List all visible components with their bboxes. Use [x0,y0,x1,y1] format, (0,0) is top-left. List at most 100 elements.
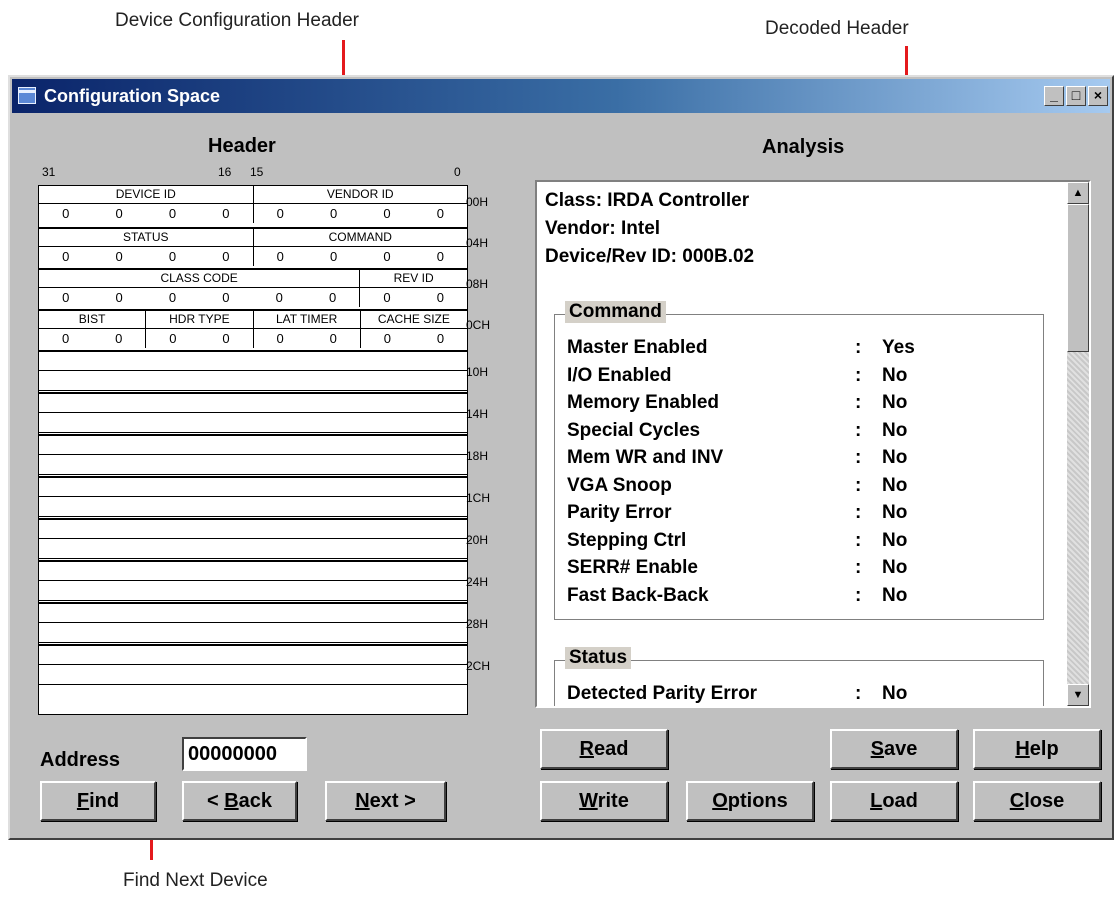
load-post: oad [882,790,918,812]
register-field-label: LAT TIMER [254,311,361,328]
analysis-row-value: No [882,364,908,386]
read-accel: R [579,738,594,760]
next-button[interactable]: Next > [325,781,446,821]
minimize-button[interactable]: _ [1044,86,1064,106]
empty-register-line [39,454,467,455]
empty-register-line [39,496,467,497]
register-nibble[interactable]: 0 [92,329,147,348]
register-nibble[interactable]: 0 [199,288,252,307]
register-nibble[interactable]: 0 [199,329,254,348]
analysis-row-colon: : [855,474,862,496]
back-post: ack [238,790,273,812]
register-nibble[interactable]: 0 [253,288,306,307]
register-nibble[interactable]: 0 [146,288,199,307]
close-button[interactable]: Close [973,781,1101,821]
status-group-label: Status [565,647,632,669]
register-nibble[interactable]: 0 [360,204,413,223]
register-nibble[interactable]: 0 [199,247,254,266]
register-nibble[interactable]: 0 [146,329,199,348]
analysis-row-colon: : [855,584,862,606]
register-nibble[interactable]: 0 [92,247,145,266]
register-nibble[interactable]: 0 [414,247,467,266]
register-nibble[interactable]: 0 [92,288,145,307]
configuration-header-table: DEVICE ID VENDOR ID 0 0 0 0 0 0 0 0 STATUS COMMAND 0… [38,185,468,715]
analysis-panel[interactable]: Class: IRDA Controller Vendor: Intel Dev… [535,180,1091,708]
analysis-row-name: Special Cycles [567,419,701,441]
options-button[interactable]: Options [686,781,814,821]
back-pre: < [206,790,225,812]
close-window-button[interactable]: × [1088,86,1108,106]
back-button[interactable]: < Back [182,781,297,821]
analysis-row-colon: : [855,557,862,578]
register-nibble[interactable]: 0 [39,247,92,266]
analysis-row-name: Detected Parity Error [567,683,758,704]
register-nibble[interactable]: 0 [306,288,361,307]
offset-label: 10H [466,365,489,379]
register-nibble[interactable]: 0 [360,288,413,307]
register-nibble[interactable]: 0 [307,329,361,348]
offset-label: 20H [466,533,489,547]
register-nibble[interactable]: 0 [307,204,360,223]
next-accel: N [355,790,370,812]
read-post: ead [593,738,629,760]
analysis-row-name: VGA Snoop [567,474,672,496]
register-nibble[interactable]: 0 [39,204,92,223]
register-nibble[interactable]: 0 [414,329,467,348]
empty-register-line [39,664,467,665]
analysis-row-value: No [882,557,908,578]
analysis-row-colon: : [855,392,862,413]
analysis-row-colon: : [855,529,862,551]
find-button[interactable]: Find [40,781,156,821]
empty-register-line [39,602,467,604]
analysis-scrollbar[interactable]: ▲ ▼ [1067,182,1089,706]
register-nibble[interactable]: 0 [414,204,467,223]
analysis-row-name: Memory Enabled [567,392,720,413]
register-nibble[interactable]: 0 [361,329,414,348]
register-nibble[interactable]: 0 [360,247,413,266]
register-nibble[interactable]: 0 [199,204,254,223]
analysis-row-value: No [882,529,908,551]
write-button[interactable]: Write [540,781,668,821]
scroll-up-icon[interactable]: ▲ [1067,182,1089,204]
scroll-down-icon[interactable]: ▼ [1067,684,1089,706]
register-2: CLASS CODE REV ID 0 0 0 0 0 0 0 0 [39,268,467,309]
help-button[interactable]: Help [973,729,1101,769]
read-button[interactable]: Read [540,729,668,769]
scroll-thumb[interactable] [1067,204,1089,352]
maximize-button[interactable]: □ [1066,86,1086,106]
command-group: Command Master Enabled: Yes I/O Enabled: No… [554,301,1044,620]
load-button[interactable]: Load [830,781,958,821]
register-nibble[interactable]: 0 [39,288,92,307]
register-nibble[interactable]: 0 [414,288,467,307]
analysis-row-name: I/O Enabled [567,364,672,386]
analysis-row-value: No [882,502,908,523]
register-nibble[interactable]: 0 [254,204,307,223]
register-nibble[interactable]: 0 [146,204,199,223]
title-bar[interactable]: Configuration Space _ □ × [12,79,1110,113]
callout-decoded-header: Decoded Header [765,18,909,39]
offset-label: 04H [466,236,489,250]
offset-label: 18H [466,449,489,463]
save-button[interactable]: Save [830,729,958,769]
configuration-space-window: Configuration Space _ □ × Header 31 16 1… [8,75,1114,840]
register-nibble[interactable]: 0 [39,329,92,348]
empty-register-line [39,390,467,391]
offset-label: 14H [466,407,489,421]
register-3: BIST HDR TYPE LAT TIMER CACHE SIZE 0 0 0 0 0 0 0 0 [39,309,467,350]
register-0: DEVICE ID VENDOR ID 0 0 0 0 0 0 0 0 [39,186,467,227]
register-nibble[interactable]: 0 [254,329,307,348]
register-field-label: CLASS CODE [39,270,361,287]
register-nibble[interactable]: 0 [307,247,360,266]
register-field-label: COMMAND [328,230,392,244]
analysis-row-value: No [882,683,908,704]
register-field-label: VENDOR ID [326,187,394,201]
address-input[interactable] [182,737,307,771]
analysis-row-colon: : [855,447,862,468]
status-group: Status Detected Parity Error: No [554,647,1044,706]
register-nibble[interactable]: 0 [92,204,145,223]
close-post: lose [1024,790,1065,812]
register-nibble[interactable]: 0 [146,247,199,266]
analysis-title: Analysis [762,136,845,158]
analysis-row-value: No [882,392,908,413]
register-nibble[interactable]: 0 [254,247,307,266]
